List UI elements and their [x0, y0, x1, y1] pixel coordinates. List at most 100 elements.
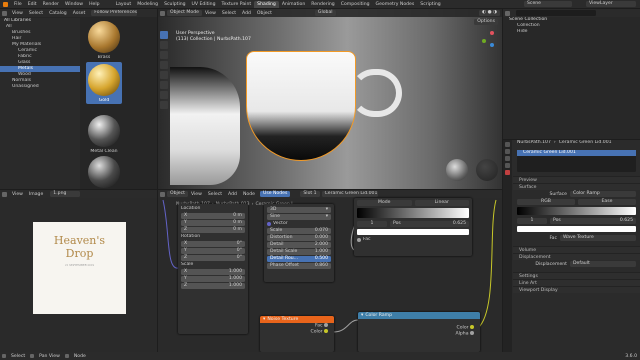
tab-uv-editing[interactable]: UV Editing: [189, 1, 219, 8]
basis-selector[interactable]: Sine ▾: [267, 214, 331, 220]
gizmo-z-icon[interactable]: [490, 43, 494, 47]
viewport-shading-buttons[interactable]: ◐ ● ◑: [479, 10, 500, 16]
noise-texture-node[interactable]: ▾ Noise Texture Fac Color: [260, 316, 334, 352]
stop-position-field[interactable]: Pos 0.625: [390, 220, 469, 227]
gizmo-y-icon[interactable]: [482, 39, 486, 43]
menu-view[interactable]: View: [9, 192, 26, 197]
menu-edit[interactable]: Edit: [25, 2, 40, 7]
stop-index-field[interactable]: 1: [517, 217, 547, 224]
material-tab-icon[interactable]: [505, 170, 510, 175]
location-z-field[interactable]: Z 0 m: [181, 227, 245, 233]
stop-position-field[interactable]: Pos 0.625: [550, 217, 636, 224]
measure-tool-icon[interactable]: [160, 101, 168, 109]
surface-shader-selector[interactable]: Color Ramp: [570, 191, 636, 197]
rotation-z-field[interactable]: Z 0°: [181, 255, 245, 261]
menu-image[interactable]: Image: [26, 192, 46, 197]
fac-socket-icon[interactable]: [357, 238, 361, 242]
menu-file[interactable]: File: [11, 2, 25, 7]
catalog-item[interactable]: Unassigned: [0, 84, 80, 90]
tab-compositing[interactable]: Compositing: [338, 1, 373, 8]
color-ramp-node-upper[interactable]: Mode Linear 1 Pos 0.625 Fac: [354, 198, 472, 256]
color-ramp-header[interactable]: ▾ Color Ramp: [358, 312, 480, 319]
menu-window[interactable]: Window: [62, 2, 86, 7]
fac-socket-icon[interactable]: [324, 323, 328, 327]
stop-color-swatch[interactable]: [517, 226, 636, 232]
scene-selector[interactable]: Scene: [524, 1, 572, 7]
editor-type-icon[interactable]: [2, 10, 7, 16]
color-mode-selector[interactable]: RGB: [517, 198, 575, 205]
library-selector[interactable]: Follow Preferences: [91, 10, 138, 16]
tab-layout[interactable]: Layout: [113, 1, 135, 8]
tab-animation[interactable]: Animation: [279, 1, 308, 8]
image-canvas[interactable]: Heaven's Drop 21 SEPTEMBER 2019: [33, 222, 126, 314]
view-layer-selector[interactable]: ViewLayer: [586, 1, 636, 7]
material-slot[interactable]: Ceramic Green Lid.001: [517, 150, 636, 156]
section-viewport-display[interactable]: Viewport Display: [513, 286, 640, 293]
tab-shading[interactable]: Shading: [254, 0, 279, 8]
phase-offset-field[interactable]: Phase Offset 0.860: [267, 263, 331, 269]
dimension-selector[interactable]: 3D ▾: [267, 207, 331, 213]
alpha-socket-icon[interactable]: [470, 331, 474, 335]
menu-catalog[interactable]: Catalog: [46, 11, 70, 16]
image-selector[interactable]: 1.png: [50, 191, 81, 197]
node-editor[interactable]: Object View Select Add Node Use Nodes Sl…: [158, 190, 502, 352]
color-ramp-gradient[interactable]: [517, 207, 636, 215]
section-preview[interactable]: Preview: [513, 176, 640, 183]
outliner-search[interactable]: [516, 10, 596, 16]
editor-type-icon[interactable]: [505, 10, 510, 16]
navigation-gizmo[interactable]: [480, 29, 498, 59]
detail-roughness-field[interactable]: Detail Rou... 0.500: [267, 256, 331, 262]
menu-asset[interactable]: Asset: [70, 11, 89, 16]
displacement-selector[interactable]: Default: [570, 261, 636, 267]
scale-tool-icon[interactable]: [160, 71, 168, 79]
transform-tool-icon[interactable]: [160, 81, 168, 89]
scale-y-field[interactable]: Y 1.000: [181, 276, 245, 282]
section-volume[interactable]: Volume: [513, 246, 640, 253]
stop-color-swatch[interactable]: [357, 229, 469, 235]
viewport-3d[interactable]: Object Mode View Select Add Object Globa…: [158, 9, 502, 189]
menu-help[interactable]: Help: [86, 2, 102, 7]
move-tool-icon[interactable]: [160, 51, 168, 59]
ramp-gradient[interactable]: [357, 208, 469, 218]
section-settings[interactable]: Settings: [513, 272, 640, 279]
menu-object[interactable]: Object: [254, 11, 275, 16]
select-tool-icon[interactable]: [160, 31, 168, 39]
ramp-mode-selector[interactable]: Mode: [357, 200, 412, 206]
menu-select[interactable]: Select: [219, 11, 239, 16]
scale-x-field[interactable]: X 1.000: [181, 269, 245, 275]
tab-rendering[interactable]: Rendering: [308, 1, 337, 8]
asset-thumb-selected[interactable]: Gold: [86, 62, 122, 104]
editor-type-icon[interactable]: [2, 191, 7, 197]
mapping-node[interactable]: Location X 0 m Y 0 m Z 0 m Rotation X 0° Y 0°…: [178, 204, 248, 334]
location-y-field[interactable]: Y 0 m: [181, 220, 245, 226]
stop-index-field[interactable]: 1: [357, 220, 387, 227]
cursor-tool-icon[interactable]: [160, 41, 168, 49]
editor-type-icon[interactable]: [160, 10, 165, 16]
distortion-field[interactable]: Distortion 0.000: [267, 235, 331, 241]
output-tab-icon[interactable]: [505, 156, 510, 161]
rotation-y-field[interactable]: Y 0°: [181, 248, 245, 254]
gizmo-x-icon[interactable]: [490, 31, 494, 35]
section-surface[interactable]: Surface: [513, 183, 640, 190]
location-x-field[interactable]: X 0 m: [181, 213, 245, 219]
menu-view[interactable]: View: [202, 11, 219, 16]
menu-select[interactable]: Select: [26, 11, 46, 16]
texture-settings-node[interactable]: 3D ▾ Sine ▾ Vector Scale 0.070 Distortion 0.…: [264, 204, 334, 282]
rotate-tool-icon[interactable]: [160, 61, 168, 69]
cup-object[interactable]: [246, 51, 356, 161]
color-ramp-node[interactable]: ▾ Color Ramp Color Alpha: [358, 312, 480, 352]
options-button[interactable]: Options: [474, 19, 498, 25]
annotate-tool-icon[interactable]: [160, 91, 168, 99]
render-tab-icon[interactable]: [505, 149, 510, 154]
tab-geometry-nodes[interactable]: Geometry Nodes: [373, 1, 418, 8]
blender-logo-icon[interactable]: [3, 1, 8, 7]
menu-view[interactable]: View: [9, 11, 26, 16]
detail-field[interactable]: Detail 2.000: [267, 242, 331, 248]
color-socket-icon[interactable]: [470, 325, 474, 329]
section-line-art[interactable]: Line Art: [513, 279, 640, 286]
tab-modeling[interactable]: Modeling: [134, 1, 161, 8]
orientation-selector[interactable]: Global: [314, 10, 336, 16]
tab-sculpting[interactable]: Sculpting: [161, 1, 188, 8]
tab-texture-paint[interactable]: Texture Paint: [219, 1, 255, 8]
object-mode-selector[interactable]: Object Mode: [167, 10, 202, 16]
